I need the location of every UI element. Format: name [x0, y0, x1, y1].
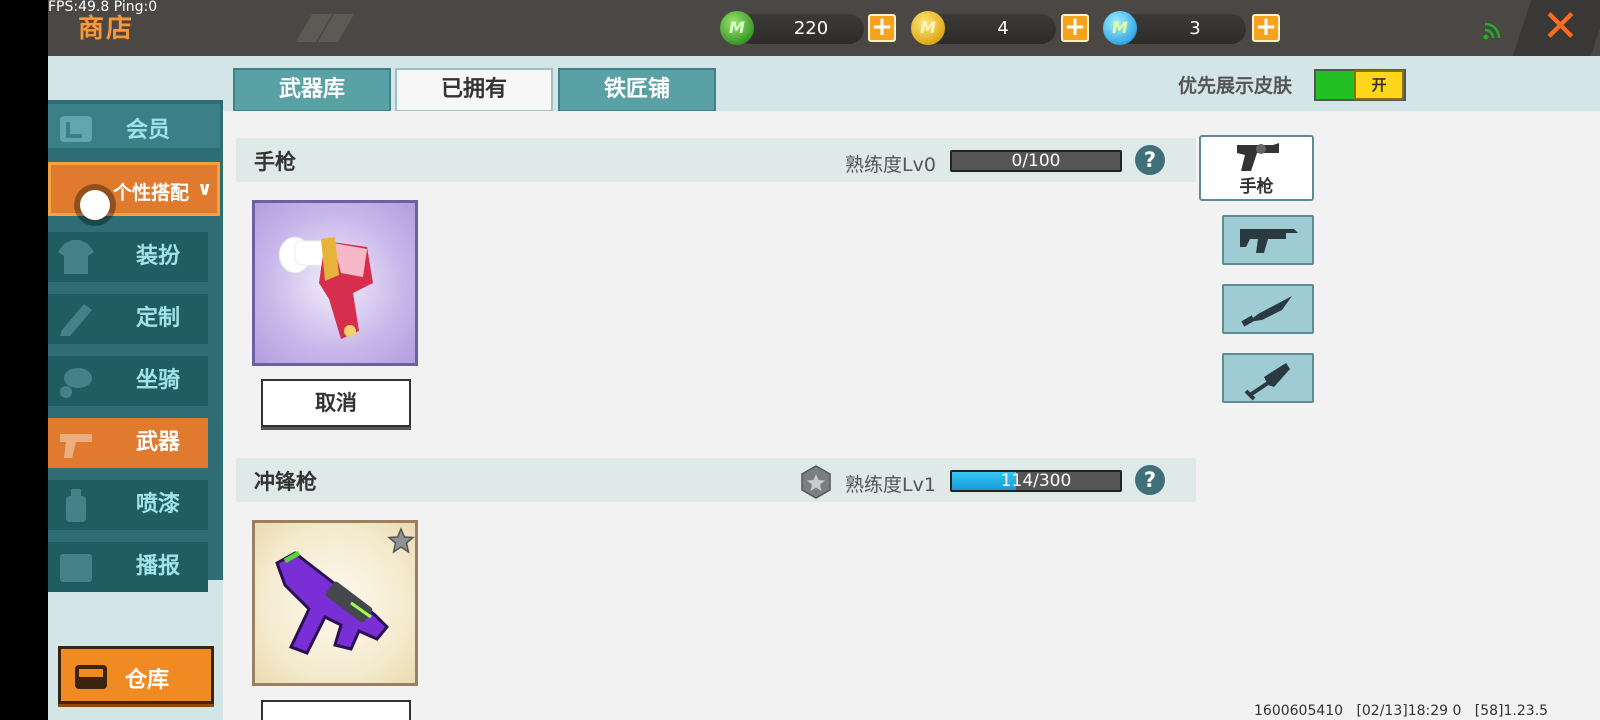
- sidebar-item-label: 个性搭配: [113, 182, 190, 204]
- sidebar-item-broadcast[interactable]: 播报: [48, 542, 208, 592]
- sidebar-item-label: 会员: [126, 118, 171, 143]
- proficiency-label: 熟练度Lv0: [845, 154, 936, 176]
- sidebar-item-dressup[interactable]: 装扮: [48, 232, 208, 282]
- add-green-gem-button[interactable]: +: [868, 14, 896, 42]
- top-bar-stripes: [295, 0, 360, 56]
- proficiency-value: 0/100: [1011, 151, 1061, 171]
- broadcast-icon: [60, 554, 92, 582]
- weapon-card-smg-skin[interactable]: [252, 520, 418, 686]
- sidebar-item-member[interactable]: 会员: [48, 104, 220, 148]
- green-gem-count: 220: [793, 18, 829, 39]
- category-shovel[interactable]: [1222, 353, 1314, 403]
- tab-blacksmith[interactable]: 铁匠铺: [558, 68, 716, 112]
- sidebar-item-label: 坐骑: [135, 368, 180, 393]
- warehouse-button[interactable]: 仓库: [58, 646, 214, 704]
- sidebar-item-label: 装扮: [135, 244, 180, 269]
- page-title: 商店: [78, 14, 135, 44]
- build-info: 1600605410 [02/13]18:29 0 [58]1.23.5: [1254, 703, 1548, 719]
- proficiency-value: 114/300: [1000, 471, 1072, 491]
- smg-icon: [1240, 229, 1298, 253]
- skin-priority-label: 优先展示皮肤: [1178, 75, 1293, 97]
- main-panel: [223, 111, 1600, 720]
- timestamp: [02/13]18:29 0: [1356, 703, 1462, 719]
- weapon-card-pistol-skin[interactable]: [252, 200, 418, 366]
- touch-indicator: [80, 190, 110, 220]
- user-id: 1600605410: [1254, 703, 1344, 719]
- category-smg[interactable]: [1222, 215, 1314, 265]
- sidebar-item-label: 定制: [135, 306, 180, 331]
- gold-coin-icon: M: [911, 11, 945, 45]
- section-title: 冲锋枪: [254, 470, 317, 494]
- revolver-icon: [1237, 143, 1279, 171]
- help-icon[interactable]: ?: [1135, 145, 1165, 175]
- mount-icon: [60, 368, 92, 398]
- warehouse-label: 仓库: [125, 668, 170, 693]
- add-blue-coin-button[interactable]: +: [1252, 14, 1280, 42]
- spray-can-icon: [66, 489, 86, 522]
- category-pistol-label: 手枪: [1239, 177, 1274, 197]
- sidebar-item-label: 喷漆: [135, 492, 180, 517]
- toggle-knob[interactable]: 开: [1354, 70, 1404, 100]
- sidebar-item-label: 武器: [135, 430, 180, 455]
- signal-icon: [1483, 22, 1501, 40]
- knife-icon: [1241, 296, 1292, 327]
- sidebar-item-weapons[interactable]: 武器: [48, 418, 208, 468]
- blue-coin-count: 3: [1189, 18, 1201, 39]
- chevron-down-icon: ∨: [197, 178, 213, 200]
- add-gold-coin-button[interactable]: +: [1061, 14, 1089, 42]
- section-title: 手枪: [254, 150, 296, 174]
- chest-icon: [75, 665, 107, 689]
- pencil-icon: [60, 304, 92, 336]
- shovel-icon: [1244, 363, 1290, 401]
- revolver-icon: [60, 434, 92, 458]
- partial-button[interactable]: [261, 700, 411, 720]
- green-gem-icon: M: [720, 11, 754, 45]
- gold-coin-count: 4: [997, 18, 1009, 39]
- sidebar-item-outfit-group[interactable]: 个性搭配 ∨: [48, 162, 220, 216]
- proficiency-bar: 114/300: [950, 470, 1122, 492]
- favorite-star-icon: [387, 527, 415, 554]
- tab-owned[interactable]: 已拥有: [395, 68, 553, 112]
- shirt-icon: [58, 240, 94, 274]
- member-icon: [60, 116, 92, 142]
- sidebar-item-customize[interactable]: 定制: [48, 294, 208, 344]
- help-icon[interactable]: ?: [1135, 465, 1165, 495]
- sidebar-item-spray[interactable]: 喷漆: [48, 480, 208, 530]
- blue-coin-icon: M: [1103, 11, 1137, 45]
- sidebar-item-label: 播报: [135, 554, 180, 579]
- proficiency-bar: 0/100: [950, 150, 1122, 172]
- close-icon: ✕: [1542, 1, 1579, 52]
- category-knife[interactable]: [1222, 284, 1314, 334]
- pistol-skin-image: [278, 236, 373, 339]
- tab-armory[interactable]: 武器库: [233, 68, 391, 112]
- rank-badge-icon: [801, 465, 831, 499]
- proficiency-label: 熟练度Lv1: [845, 474, 936, 496]
- sidebar-item-mount[interactable]: 坐骑: [48, 356, 208, 406]
- cancel-button[interactable]: 取消: [261, 379, 411, 427]
- version: [58]1.23.5: [1474, 703, 1549, 719]
- close-button[interactable]: ✕: [1522, 0, 1600, 56]
